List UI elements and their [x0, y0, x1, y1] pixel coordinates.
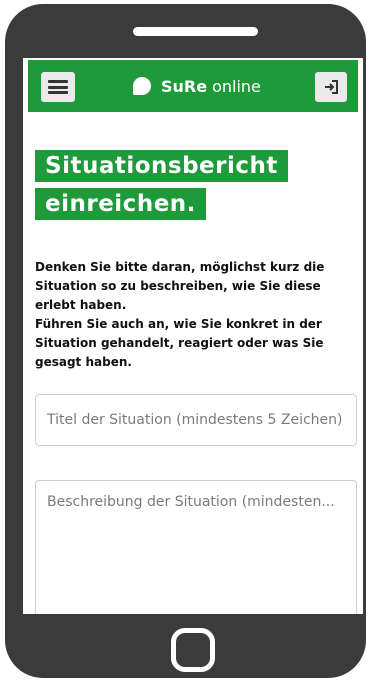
phone-screen: SuRe online Situationsbericht einreichen…: [23, 58, 363, 614]
description-textarea[interactable]: Beschreibung der Situation (mindesten...: [35, 480, 357, 614]
logout-icon[interactable]: [315, 72, 347, 102]
page-title-line2: einreichen.: [35, 188, 206, 220]
page-title: Situationsbericht einreichen.: [35, 150, 288, 220]
brand-suffix: online: [212, 76, 261, 96]
hamburger-menu-icon[interactable]: [41, 72, 75, 102]
brand-name: SuRe: [161, 76, 208, 96]
intro-paragraph-1: Denken Sie bitte daran, möglichst kurz d…: [35, 260, 325, 312]
phone-speaker: [133, 27, 258, 36]
speech-bubble-icon: [133, 77, 151, 95]
navbar: SuRe online: [28, 60, 358, 112]
intro-paragraph-2: Führen Sie auch an, wie Sie konkret in d…: [35, 317, 324, 369]
title-input[interactable]: Titel der Situation (mindestens 5 Zeiche…: [35, 394, 357, 446]
intro-text: Denken Sie bitte daran, möglichst kurz d…: [35, 258, 355, 372]
brand-logo[interactable]: SuRe online: [133, 72, 261, 100]
home-button-icon[interactable]: [171, 628, 215, 672]
page-title-line1: Situationsbericht: [35, 150, 288, 182]
phone-frame: SuRe online Situationsbericht einreichen…: [5, 4, 366, 678]
